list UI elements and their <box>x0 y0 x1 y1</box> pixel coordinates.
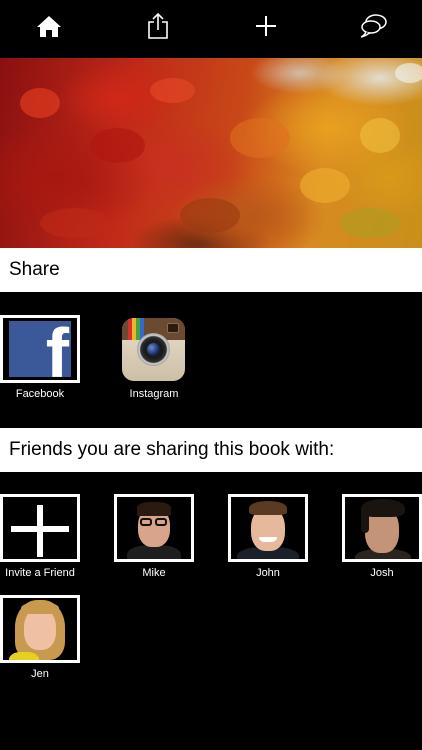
share-section-header: Share <box>0 248 422 292</box>
friend-name: John <box>256 567 280 579</box>
friends-section-header: Friends you are sharing this book with: <box>0 428 422 472</box>
book-cover-image <box>0 58 422 248</box>
friend-avatar <box>228 494 308 562</box>
share-heading: Share <box>9 259 60 280</box>
instagram-icon[interactable] <box>122 318 185 381</box>
friend-avatar <box>0 595 80 663</box>
friend-name: Jen <box>31 668 49 680</box>
share-instagram-label: Instagram <box>129 388 179 400</box>
invite-plus-icon <box>0 494 80 562</box>
friends-heading: Friends you are sharing this book with: <box>9 439 335 460</box>
home-icon <box>37 16 61 37</box>
invite-friend-label: Invite a Friend <box>5 567 75 579</box>
friend-mike[interactable]: Mike <box>114 494 194 579</box>
friend-name: Josh <box>370 567 394 579</box>
home-button[interactable] <box>29 8 69 44</box>
add-button[interactable] <box>246 8 286 44</box>
comments-button[interactable] <box>354 8 394 44</box>
facebook-icon: f <box>0 315 80 383</box>
speech-bubbles-icon <box>360 14 387 38</box>
plus-icon <box>256 16 276 36</box>
share-button[interactable] <box>138 8 178 44</box>
friend-avatar <box>114 494 194 562</box>
friend-jen[interactable]: Jen <box>0 595 80 680</box>
share-icon <box>148 12 168 39</box>
share-facebook[interactable]: f Facebook <box>0 315 80 400</box>
share-facebook-label: Facebook <box>15 388 65 400</box>
friend-john[interactable]: John <box>228 494 308 579</box>
top-toolbar <box>0 0 422 58</box>
friend-name: Mike <box>142 567 166 579</box>
friend-josh[interactable]: Josh <box>342 494 422 579</box>
friend-avatar <box>342 494 422 562</box>
invite-friend-button[interactable]: Invite a Friend <box>0 494 80 579</box>
